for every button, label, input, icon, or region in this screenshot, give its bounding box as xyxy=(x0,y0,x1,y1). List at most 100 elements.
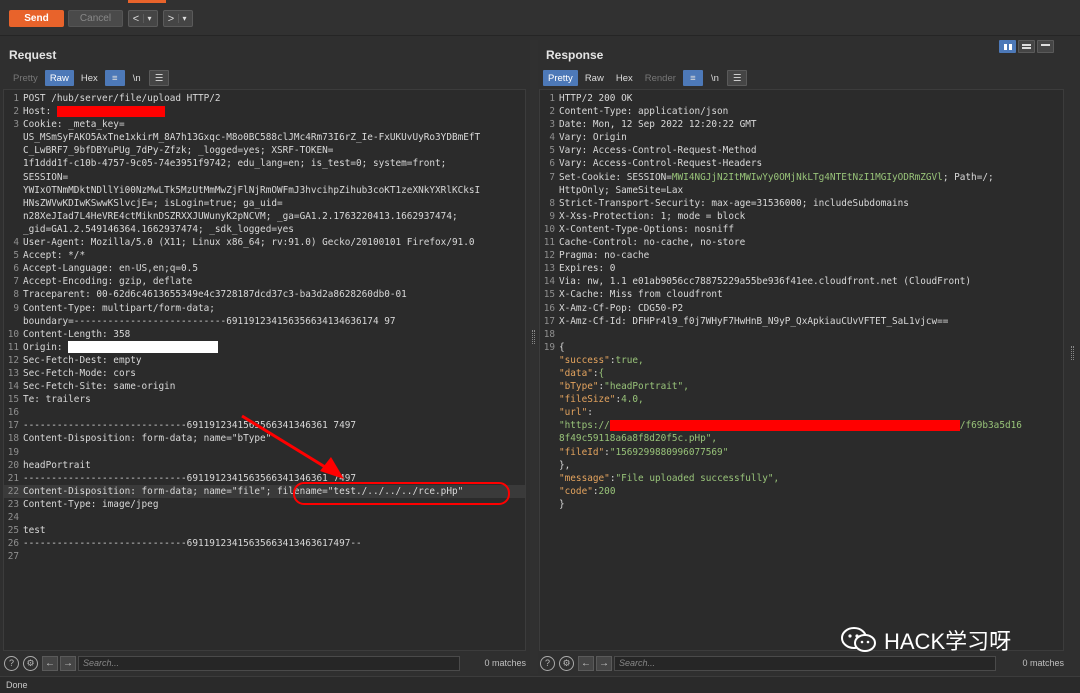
line-number: 2 xyxy=(13,106,19,118)
line-number: 18 xyxy=(7,433,19,445)
redacted-url xyxy=(609,420,960,432)
forward-menu-icon[interactable]: ▾ xyxy=(178,14,190,23)
panel-divider[interactable] xyxy=(530,40,538,674)
redacted-host xyxy=(56,106,165,118)
settings-gear-icon[interactable]: ⚙ xyxy=(559,655,574,671)
line-text: Sec-Fetch-Dest: empty xyxy=(23,354,142,366)
line-text: Te: trailers xyxy=(23,394,91,406)
code-line: 16 xyxy=(4,406,525,419)
line-text: "https:///f69b3a5d16 xyxy=(559,420,1022,432)
code-line: C_LwBRF7_9bfDBYuPUg_7dPy-Zfzk; _logged=y… xyxy=(4,144,525,157)
line-number: 7 xyxy=(13,276,19,288)
response-editor[interactable]: 1 HTTP/2 200 OK 2 Content-Type: application… xyxy=(539,89,1064,651)
line-number xyxy=(4,157,22,170)
line-number: 23 xyxy=(7,498,19,510)
line-text: Content-Type: application/json xyxy=(559,106,729,118)
line-number xyxy=(540,485,558,498)
code-line: 6 Accept-Language: en-US,en;q=0.5 xyxy=(4,262,525,275)
active-tab-indicator xyxy=(128,0,166,3)
previous-match-icon[interactable]: ← xyxy=(42,655,58,671)
line-text: X-Amz-Cf-Id: DFHPr4l9_f0j7WHyF7HwHnB_N9y… xyxy=(559,315,949,327)
response-tab-pretty[interactable]: Pretty xyxy=(543,70,578,86)
code-line: 12 Pragma: no-cache xyxy=(540,249,1063,262)
tabbed-layout-icon[interactable] xyxy=(1037,40,1054,53)
settings-gear-icon[interactable]: ⚙ xyxy=(23,655,38,671)
line-text: Accept-Language: en-US,en;q=0.5 xyxy=(23,263,198,275)
line-number: 4 xyxy=(549,132,555,144)
line-text: { xyxy=(559,341,565,353)
request-search-input[interactable]: Search... xyxy=(78,655,460,671)
line-text: Content-Type: image/jpeg xyxy=(23,498,159,510)
line-text: Expires: 0 xyxy=(559,263,616,275)
forward-button[interactable]: > ▾ xyxy=(163,10,193,27)
line-text: "fileSize":4.0, xyxy=(559,394,644,406)
code-line: 11 Origin: xyxy=(4,341,525,354)
response-search-input[interactable]: Search... xyxy=(614,655,996,671)
line-text: "success":true, xyxy=(559,354,644,366)
code-line: 4 Vary: Origin xyxy=(540,131,1063,144)
menu-icon[interactable]: ☰ xyxy=(726,70,748,86)
code-line: 1 HTTP/2 200 OK xyxy=(540,92,1063,105)
code-line: "fileSize":4.0, xyxy=(540,393,1063,406)
line-text: "url": xyxy=(559,407,593,419)
next-match-icon[interactable]: → xyxy=(596,655,612,671)
back-button[interactable]: < ▾ xyxy=(128,10,158,27)
code-line: 18 xyxy=(540,328,1063,341)
code-line: 23 Content-Type: image/jpeg xyxy=(4,498,525,511)
response-search-bar: ? ⚙ ← → Search... 0 matches xyxy=(540,653,1064,673)
request-tab-pretty[interactable]: Pretty xyxy=(8,70,43,86)
newline-toggle-icon[interactable]: \n xyxy=(127,70,147,86)
previous-match-icon[interactable]: ← xyxy=(578,655,594,671)
back-menu-icon[interactable]: ▾ xyxy=(143,14,155,23)
code-line: HttpOnly; SameSite=Lax xyxy=(540,184,1063,197)
wrap-lines-icon[interactable]: ≡ xyxy=(104,70,125,86)
code-line: 3 Cookie: _meta_key= xyxy=(4,118,525,131)
code-line: 15 Te: trailers xyxy=(4,393,525,406)
response-tab-render[interactable]: Render xyxy=(640,70,681,86)
line-number: 24 xyxy=(7,512,19,523)
line-number: 15 xyxy=(543,289,555,301)
code-line: 13 Sec-Fetch-Mode: cors xyxy=(4,367,525,380)
code-line: 13 Expires: 0 xyxy=(540,262,1063,275)
help-icon[interactable]: ? xyxy=(4,655,19,671)
stacked-layout-icon[interactable] xyxy=(1018,40,1035,53)
menu-icon[interactable]: ☰ xyxy=(148,70,170,86)
code-line: n28XeJIad7L4HeVRE4ctMiknDSZRXXJUWunyK2pN… xyxy=(4,210,525,223)
redacted-origin xyxy=(68,341,219,354)
side-by-side-layout-icon[interactable] xyxy=(999,40,1016,53)
code-line: YWIxOTNmMDktNDllYi00NzMwLTk5MzUtMmMwZjFl… xyxy=(4,184,525,197)
line-text xyxy=(22,446,23,459)
line-number: 27 xyxy=(7,551,19,563)
line-number: 16 xyxy=(543,302,555,314)
line-text: "data":{ xyxy=(559,367,605,379)
code-line: SESSION= xyxy=(4,171,525,184)
next-match-icon[interactable]: → xyxy=(60,655,76,671)
line-text: Vary: Access-Control-Request-Method xyxy=(559,145,757,157)
line-number xyxy=(540,459,558,472)
code-line: 27 xyxy=(4,550,525,563)
line-text: } xyxy=(559,498,565,510)
right-grip[interactable] xyxy=(1071,346,1074,360)
cancel-button[interactable]: Cancel xyxy=(68,10,123,27)
request-editor[interactable]: 1 POST /hub/server/file/upload HTTP/2 2 Hos… xyxy=(3,89,526,651)
line-text: -----------------------------69119123415… xyxy=(23,538,362,550)
request-tab-raw[interactable]: Raw xyxy=(44,70,74,86)
newline-toggle-icon[interactable]: \n xyxy=(705,70,725,86)
line-number: 11 xyxy=(7,341,19,353)
line-number: 17 xyxy=(543,315,555,327)
wrap-lines-icon[interactable]: ≡ xyxy=(682,70,703,86)
line-text: Date: Mon, 12 Sep 2022 12:20:22 GMT xyxy=(559,119,757,131)
line-text: YWIxOTNmMDktNDllYi00NzMwLTk5MzUtMmMwZjFl… xyxy=(23,184,481,196)
response-tab-raw[interactable]: Raw xyxy=(580,70,609,86)
code-line: boundary=---------------------------6911… xyxy=(4,315,525,328)
code-line: 2 Host: xyxy=(4,105,525,118)
help-icon[interactable]: ? xyxy=(540,655,555,671)
send-button[interactable]: Send xyxy=(9,10,64,27)
request-tab-hex[interactable]: Hex xyxy=(76,70,103,86)
line-number xyxy=(4,131,22,144)
line-number xyxy=(4,171,22,184)
line-number: 8 xyxy=(13,289,19,301)
response-tab-hex[interactable]: Hex xyxy=(611,70,638,86)
request-title: Request xyxy=(9,48,57,62)
code-line: "message":"File uploaded successfully", xyxy=(540,472,1063,485)
